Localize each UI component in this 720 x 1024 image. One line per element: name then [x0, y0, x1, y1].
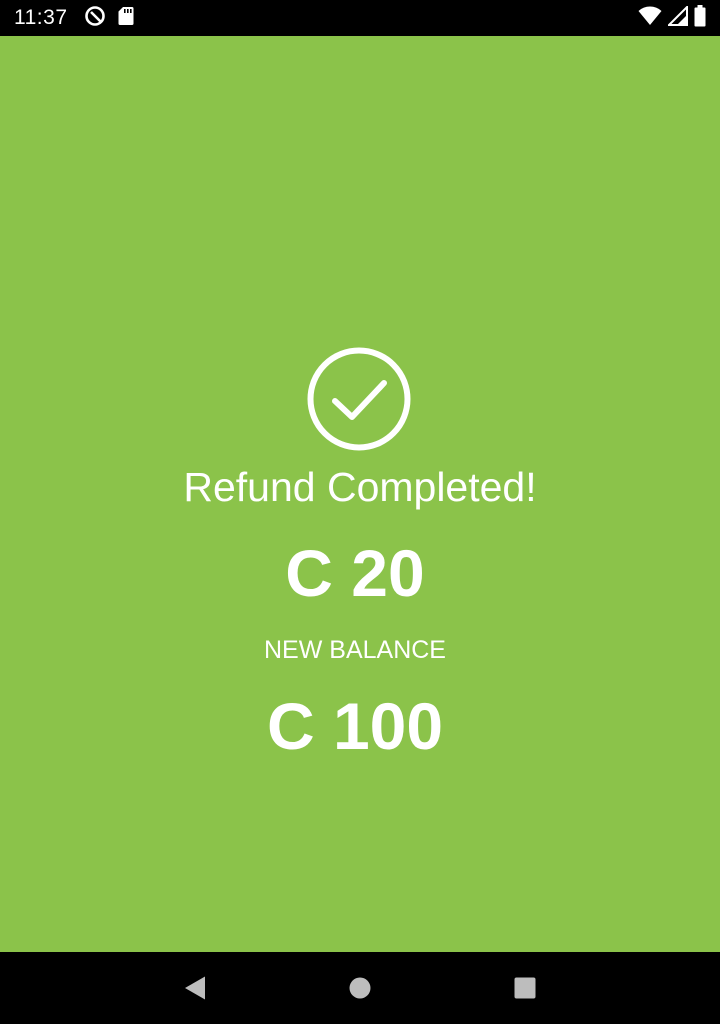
refund-title: Refund Completed! — [183, 464, 537, 510]
home-icon — [349, 977, 371, 999]
wifi-icon — [638, 6, 662, 31]
battery-icon — [694, 4, 706, 32]
navigation-bar — [0, 952, 720, 1024]
refund-completed-screen: Refund Completed! C 20 NEW BALANCE C 100 — [0, 36, 720, 952]
back-icon — [184, 976, 205, 1000]
check-circle-icon — [305, 345, 413, 453]
home-button[interactable] — [340, 968, 380, 1008]
status-bar: 11:37 — [0, 0, 720, 36]
status-time: 11:37 — [14, 6, 68, 29]
new-balance-label: NEW BALANCE — [264, 636, 446, 664]
recents-button[interactable] — [505, 968, 545, 1008]
sd-card-icon — [118, 6, 134, 31]
new-balance-amount: C 100 — [266, 689, 444, 763]
back-button[interactable] — [175, 968, 215, 1008]
refund-amount: C 20 — [285, 536, 425, 610]
status-right-icons — [638, 4, 706, 32]
no-disturb-icon — [84, 5, 106, 32]
recents-icon — [514, 977, 536, 999]
signal-icon — [666, 4, 688, 31]
status-left-icons — [84, 5, 134, 32]
